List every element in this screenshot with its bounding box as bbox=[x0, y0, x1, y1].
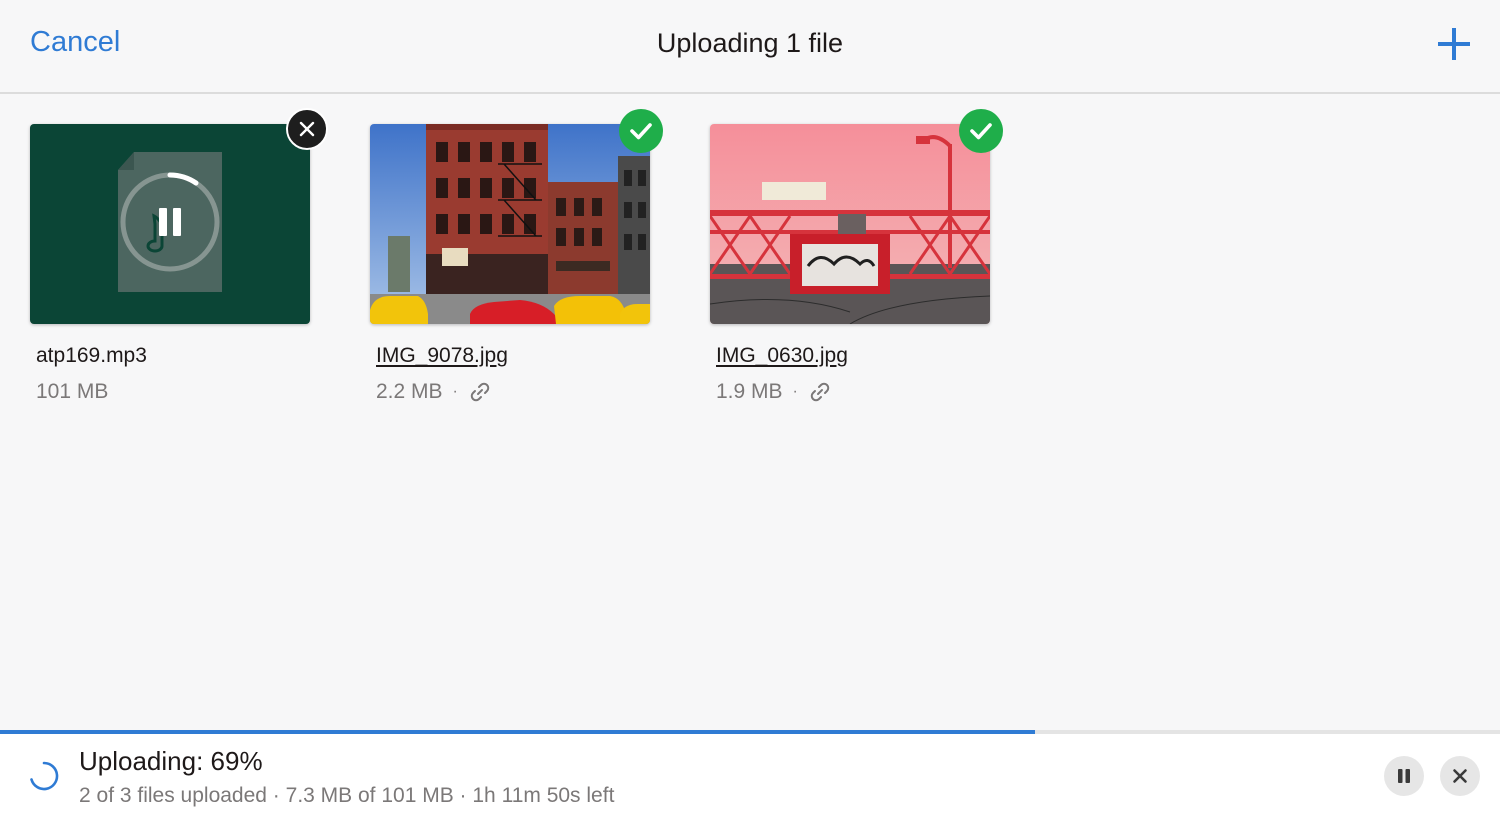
progress-bar bbox=[0, 730, 1500, 734]
remove-file-button[interactable] bbox=[286, 108, 328, 150]
building-photo bbox=[370, 124, 650, 324]
upload-status: Uploading: 69% bbox=[79, 746, 263, 776]
checkmark-icon bbox=[970, 123, 992, 140]
file-name: atp169.mp3 bbox=[36, 344, 147, 367]
file-meta: 1.9 MB · bbox=[716, 380, 990, 404]
link-icon[interactable] bbox=[468, 380, 492, 404]
progress-fill bbox=[0, 730, 1035, 734]
separator-dot: · bbox=[452, 383, 458, 400]
plus-icon bbox=[1438, 28, 1470, 60]
audio-thumbnail bbox=[30, 124, 310, 324]
file-card: IMG_0630.jpg 1.9 MB · bbox=[710, 124, 990, 404]
pause-upload-button[interactable] bbox=[1384, 756, 1424, 796]
separator-dot: · bbox=[792, 383, 798, 400]
file-name-link[interactable]: IMG_9078.jpg bbox=[376, 344, 650, 368]
cancel-upload-button[interactable] bbox=[1440, 756, 1480, 796]
upload-header: Cancel Uploading 1 file bbox=[0, 0, 1500, 94]
checkmark-icon bbox=[630, 123, 652, 140]
page-title: Uploading 1 file bbox=[656, 28, 844, 58]
file-size: 1.9 MB bbox=[716, 380, 783, 403]
upload-detail: 2 of 3 files uploaded · 7.3 MB of 101 MB… bbox=[79, 784, 615, 807]
add-files-button[interactable] bbox=[1436, 26, 1472, 62]
upload-status-bar: Uploading: 69% 2 of 3 files uploaded · 7… bbox=[0, 730, 1500, 815]
uploaded-badge bbox=[619, 109, 663, 153]
close-icon bbox=[299, 121, 315, 137]
uploaded-badge bbox=[959, 109, 1003, 153]
audio-file-icon bbox=[118, 152, 222, 292]
file-size: 101 MB bbox=[36, 380, 109, 403]
close-icon bbox=[1453, 769, 1467, 783]
file-card: IMG_9078.jpg 2.2 MB · bbox=[370, 124, 650, 404]
bridge-photo bbox=[710, 124, 990, 324]
pause-icon bbox=[1398, 769, 1410, 783]
file-meta: 2.2 MB · bbox=[376, 380, 650, 404]
image-thumbnail bbox=[710, 124, 990, 324]
link-icon[interactable] bbox=[808, 380, 832, 404]
file-name-link[interactable]: IMG_0630.jpg bbox=[716, 344, 990, 368]
file-card: atp169.mp3 101 MB bbox=[30, 124, 310, 404]
spinner-icon bbox=[30, 761, 59, 791]
file-meta: 101 MB bbox=[36, 380, 310, 404]
file-size: 2.2 MB bbox=[376, 380, 443, 403]
image-thumbnail bbox=[370, 124, 650, 324]
